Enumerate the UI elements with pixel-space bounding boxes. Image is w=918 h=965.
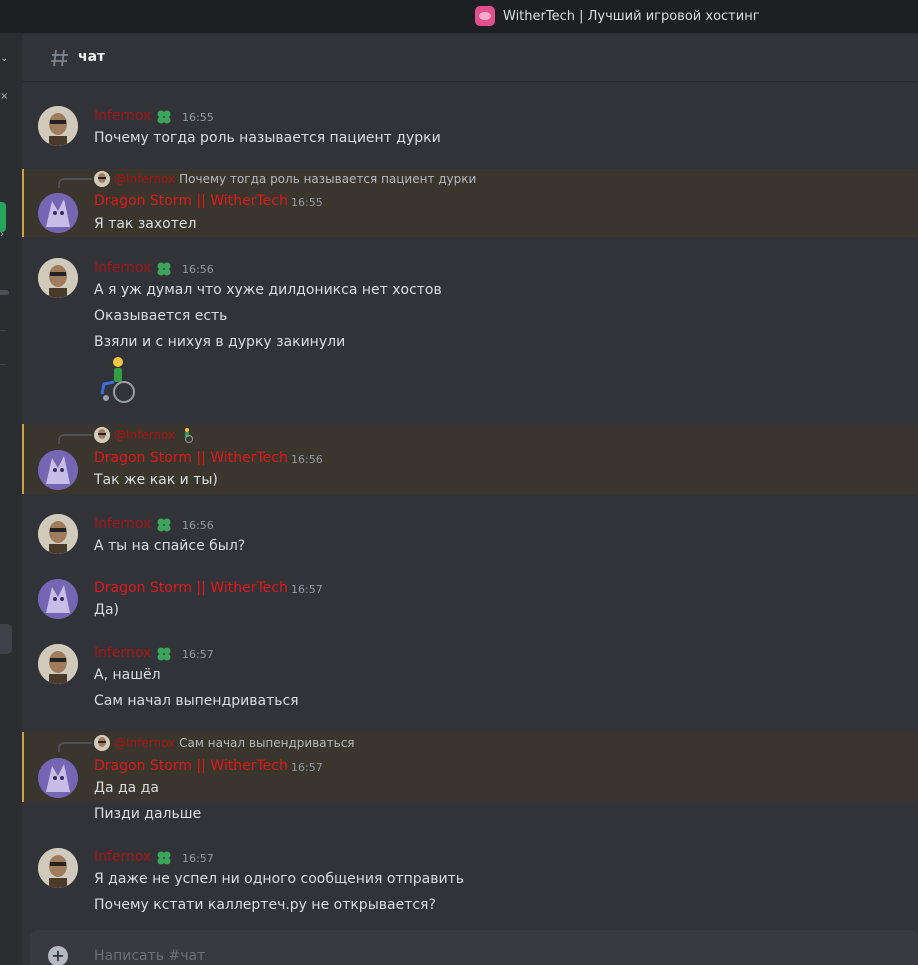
reply-author[interactable]: @Infernox xyxy=(114,172,175,186)
wheelchair-emoji[interactable] xyxy=(94,354,140,406)
selected-channel-item[interactable] xyxy=(0,624,12,654)
server-icon xyxy=(475,6,495,26)
add-attachment-icon[interactable]: + xyxy=(48,946,68,965)
reply-author[interactable]: @Infernox xyxy=(114,736,175,750)
active-indicator[interactable] xyxy=(0,202,6,232)
message[interactable]: Пизди дальше xyxy=(22,802,918,832)
message-author[interactable]: Dragon Storm || WitherTech xyxy=(94,580,288,596)
title-bar: WitherTech | Лучший игровой хостинг xyxy=(0,0,918,34)
message-text: Пизди дальше xyxy=(94,806,202,822)
message-timestamp: 16:57 xyxy=(291,761,323,774)
message-timestamp: 16:55 xyxy=(291,196,323,209)
message[interactable]: Dragon Storm || WitherTech 16:57 Да) xyxy=(22,573,918,633)
message-timestamp: 16:57 xyxy=(291,583,323,596)
reply-text: Сам начал выпендриваться xyxy=(179,736,355,750)
reply-author[interactable]: @Infernox xyxy=(114,428,175,442)
avatar[interactable] xyxy=(38,644,78,684)
message-author[interactable]: Infernox xyxy=(94,260,151,276)
message-text: Да) xyxy=(94,602,119,618)
channel-header: чат xyxy=(22,34,918,82)
avatar[interactable] xyxy=(38,758,78,798)
message-text: А я уж думал что хуже дилдоникса нет хос… xyxy=(94,282,442,298)
message-text: Я так захотел xyxy=(94,216,197,232)
reply-preview[interactable]: @Infernox Почему тогда роль называется п… xyxy=(94,171,476,187)
message[interactable]: @Infernox Сам начал выпендриваться Drago… xyxy=(22,732,918,802)
reply-preview[interactable]: @Infernox Сам начал выпендриваться xyxy=(94,735,355,751)
avatar xyxy=(94,171,110,187)
message[interactable]: Infernox 16:57 Я даже не успел ни одного… xyxy=(22,842,918,928)
chevron-right-icon[interactable]: › xyxy=(0,230,10,240)
message-timestamp: 16:56 xyxy=(291,453,323,466)
message[interactable]: Infernox 16:55 Почему тогда роль называе… xyxy=(22,100,918,160)
avatar xyxy=(94,735,110,751)
window-title: WitherTech | Лучший игровой хостинг xyxy=(475,6,760,26)
message-text: Оказывается есть xyxy=(94,308,228,324)
window-title-text: WitherTech | Лучший игровой хостинг xyxy=(503,8,760,24)
chevron-down-icon[interactable]: ⌄ xyxy=(0,54,10,64)
channel-name: чат xyxy=(78,49,106,65)
reply-spine xyxy=(58,178,92,188)
message[interactable]: @Infernox Почему тогда роль называется п… xyxy=(22,169,918,237)
message-text: Так же как и ты) xyxy=(94,472,218,488)
message[interactable]: Infernox 16:56 А я уж думал что хуже дил… xyxy=(22,252,918,412)
avatar[interactable] xyxy=(38,514,78,554)
message-author[interactable]: Infernox xyxy=(94,108,151,124)
reply-text: Почему тогда роль называется пациент дур… xyxy=(179,172,477,186)
sidebar-bar xyxy=(0,290,9,295)
avatar[interactable] xyxy=(38,848,78,888)
reply-spine xyxy=(58,742,92,752)
reply-preview[interactable]: @Infernox xyxy=(94,427,195,443)
channel-sidebar: ⌄ × › xyxy=(0,34,22,965)
message-timestamp: 16:55 xyxy=(182,111,214,124)
avatar[interactable] xyxy=(38,106,78,146)
message-author[interactable]: Infernox xyxy=(94,516,151,532)
message[interactable]: Infernox 16:56 А ты на спайсе был? xyxy=(22,508,918,568)
divider xyxy=(0,364,6,365)
wheelchair-emoji xyxy=(185,428,194,443)
message-timestamp: 16:56 xyxy=(182,519,214,532)
message-timestamp: 16:56 xyxy=(182,263,214,276)
divider xyxy=(0,330,6,331)
message-text: Сам начал выпендриваться xyxy=(94,693,299,709)
message-text: Почему кстати каллертеч.ру не открываетс… xyxy=(94,897,436,913)
message-author[interactable]: Dragon Storm || WitherTech xyxy=(94,758,288,774)
hash-icon xyxy=(51,49,68,67)
message-text: Почему тогда роль называется пациент дур… xyxy=(94,130,441,146)
message-text: Взяли и с нихуя в дурку закинули xyxy=(94,334,346,350)
message-text: Да да да xyxy=(94,780,159,796)
avatar[interactable] xyxy=(38,450,78,490)
message-author[interactable]: Infernox xyxy=(94,849,151,865)
message-input[interactable]: Написать #чат xyxy=(94,948,205,964)
avatar[interactable] xyxy=(38,258,78,298)
message-author[interactable]: Dragon Storm || WitherTech xyxy=(94,193,288,209)
message[interactable]: Infernox 16:57 А, нашёл Сам начал выпенд… xyxy=(22,638,918,726)
clover-badge-icon xyxy=(157,110,171,124)
reply-spine xyxy=(58,434,92,444)
avatar[interactable] xyxy=(38,193,78,233)
clover-badge-icon xyxy=(157,647,171,661)
message-composer[interactable]: + Написать #чат xyxy=(30,930,918,965)
message-text: А ты на спайсе был? xyxy=(94,538,246,554)
message-timestamp: 16:57 xyxy=(182,852,214,865)
message-timestamp: 16:57 xyxy=(182,648,214,661)
clover-badge-icon xyxy=(157,851,171,865)
close-icon[interactable]: × xyxy=(0,92,10,102)
avatar xyxy=(94,427,110,443)
message-author[interactable]: Infernox xyxy=(94,645,151,661)
message-text: Я даже не успел ни одного сообщения отпр… xyxy=(94,871,464,887)
avatar[interactable] xyxy=(38,579,78,619)
clover-badge-icon xyxy=(157,518,171,532)
message-text: А, нашёл xyxy=(94,667,161,683)
clover-badge-icon xyxy=(157,262,171,276)
message[interactable]: @Infernox Dragon Storm || WitherTech 16:… xyxy=(22,424,918,494)
message-author[interactable]: Dragon Storm || WitherTech xyxy=(94,450,288,466)
